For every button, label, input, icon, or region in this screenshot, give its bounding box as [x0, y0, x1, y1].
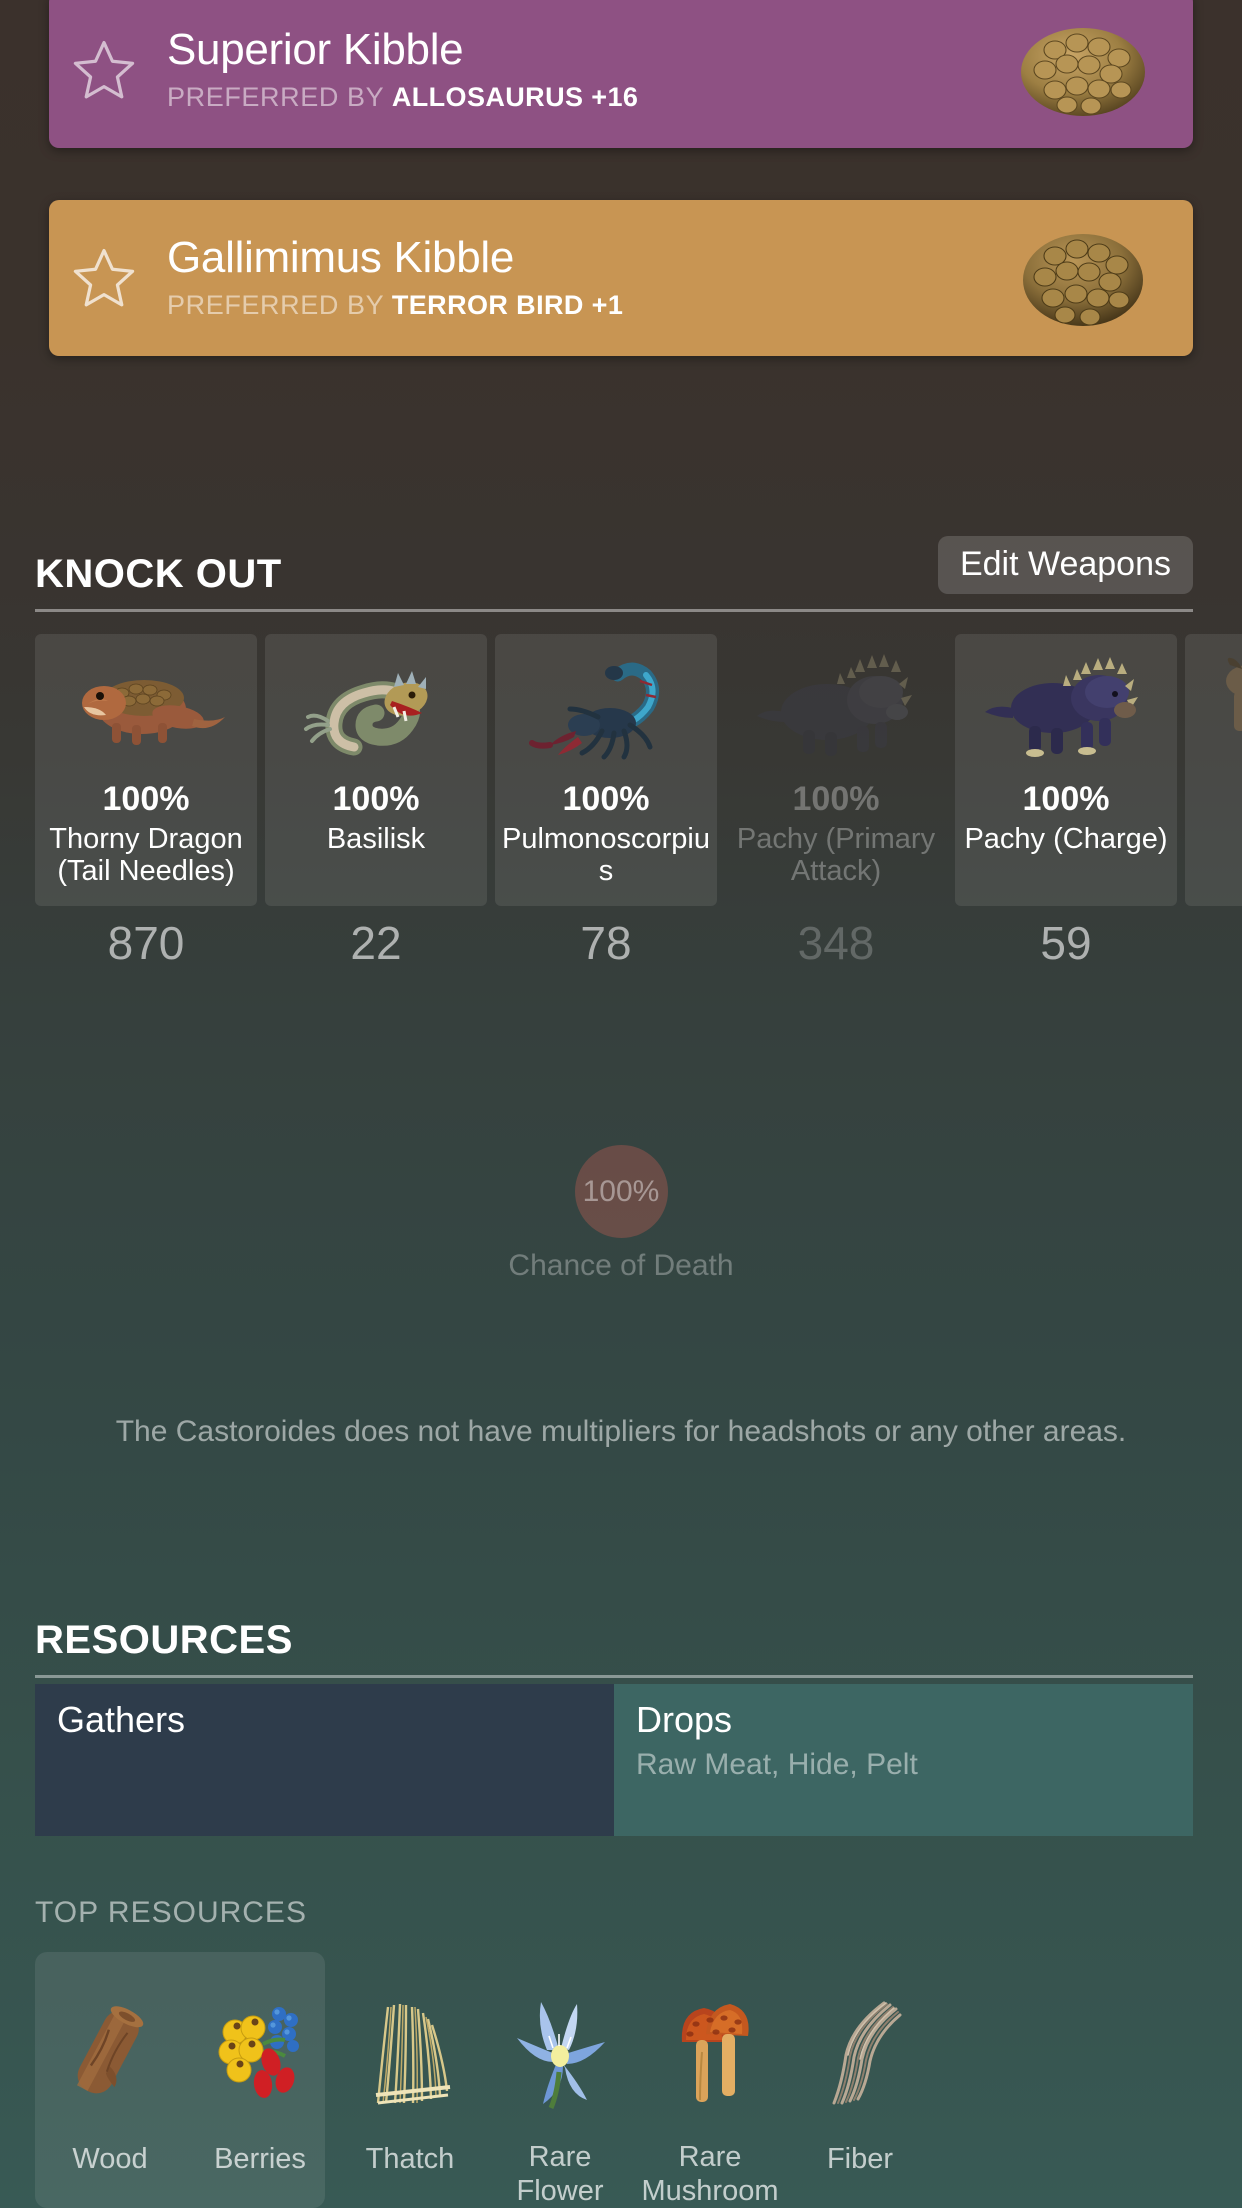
kibble-list: Superior Kibble PREFERRED BY ALLOSAURUS …: [49, 0, 1193, 356]
tab-gathers[interactable]: Gathers: [35, 1684, 614, 1836]
kibble-icon: [973, 10, 1193, 130]
page-section-title-knockout: KNOCK OUT: [35, 552, 282, 596]
weapon-count: 348: [797, 920, 875, 969]
resources-tabs[interactable]: Gathers Drops Raw Meat, Hide, Pelt: [35, 1684, 1193, 1836]
preferred-prefix: PREFERRED BY: [167, 290, 384, 321]
weapon-count: [1185, 920, 1242, 990]
top-resource-label: Thatch: [365, 2143, 455, 2175]
weapon-label: Thorny Dragon (Tail Needles): [49, 823, 243, 888]
weapon-count: 78: [580, 920, 632, 969]
top-resource-label: Rare Flower: [516, 2140, 604, 2207]
weapon-count: 22: [350, 920, 402, 969]
chance-of-death-label: Chance of Death: [508, 1249, 734, 1282]
knockout-note: The Castoroides does not have multiplier…: [115, 1415, 1127, 1448]
kibble-card-superior[interactable]: Superior Kibble PREFERRED BY ALLOSAURUS …: [49, 0, 1193, 148]
rare-mushroom-icon: [651, 1988, 769, 2116]
thatch-icon: [351, 1988, 469, 2118]
kibble-text: Superior Kibble PREFERRED BY ALLOSAURUS …: [159, 24, 973, 113]
star-outline-icon[interactable]: [49, 35, 159, 105]
rare-flower-icon: [501, 1988, 619, 2116]
weapon-count-row: 870 22 78 348 59: [35, 920, 1242, 990]
tab-drops[interactable]: Drops Raw Meat, Hide, Pelt: [614, 1684, 1193, 1836]
chance-of-death-block: 100% Chance of Death: [0, 1145, 1242, 1284]
weapon-percent: 100%: [792, 780, 880, 818]
tab-gathers-title: Gathers: [57, 1699, 186, 1740]
top-resources-strip[interactable]: Wood Berries Thatch Rare Flower Rare Mus…: [35, 1952, 1242, 2208]
weapon-label: Basilisk: [326, 823, 426, 855]
weapon-card-basilisk[interactable]: 100% Basilisk: [265, 634, 487, 906]
top-resources-label: TOP RESOURCES: [35, 1896, 307, 1929]
top-resource-label: Rare Mushroom: [641, 2140, 779, 2207]
weapon-count: 870: [107, 920, 185, 969]
weapon-percent: 100%: [562, 780, 650, 818]
weapon-label: Equus: [1185, 823, 1242, 855]
tab-drops-items: Raw Meat, Hide, Pelt: [636, 1747, 918, 1781]
weapon-card-equus[interactable]: 100% Equus: [1185, 634, 1242, 906]
wood-log-icon: [51, 1988, 169, 2118]
fiber-icon: [801, 1988, 919, 2118]
section-divider: [35, 1675, 1193, 1678]
top-resource-label: Berries: [214, 2143, 306, 2175]
star-outline-icon[interactable]: [49, 243, 159, 313]
weapon-card-thorny-dragon[interactable]: 100% Thorny Dragon (Tail Needles): [35, 634, 257, 906]
knockout-section-header: KNOCK OUT Edit Weapons: [35, 532, 1193, 612]
pachy-icon: [751, 646, 921, 766]
top-resource-label: Wood: [72, 2143, 148, 2175]
berries-icon: [201, 1988, 319, 2118]
kibble-name: Gallimimus Kibble: [167, 232, 515, 282]
weapon-percent: 100%: [102, 780, 190, 818]
weapon-label: Pachy (Charge): [964, 823, 1168, 855]
top-resource-wood[interactable]: Wood: [35, 1952, 185, 2208]
thorny-dragon-icon: [61, 646, 231, 766]
weapon-label: Pachy (Primary Attack): [736, 823, 936, 888]
top-resource-rare-mushroom[interactable]: Rare Mushroom: [635, 1952, 785, 2208]
preferred-dino: TERROR BIRD +1: [391, 290, 624, 321]
preferred-dino: ALLOSAURUS +16: [391, 82, 639, 113]
preferred-prefix: PREFERRED BY: [167, 82, 384, 113]
equus-icon: [1211, 646, 1242, 766]
resources-section-header: RESOURCES: [35, 1598, 1193, 1678]
top-resource-label: Fiber: [826, 2143, 894, 2175]
kibble-icon: [973, 218, 1193, 338]
weapon-card-pulmonoscorpius[interactable]: 100% Pulmonoscorpius: [495, 634, 717, 906]
page-section-title-resources: RESOURCES: [35, 1618, 293, 1662]
knockout-weapon-list[interactable]: 100% Thorny Dragon (Tail Needles) 100% B…: [35, 634, 1242, 906]
weapon-card-pachy-primary[interactable]: 100% Pachy (Primary Attack): [725, 634, 947, 906]
top-resource-rare-flower[interactable]: Rare Flower: [485, 1952, 635, 2208]
weapon-label: Pulmonoscorpius: [502, 823, 710, 888]
kibble-preferred-row: PREFERRED BY TERROR BIRD +1: [167, 290, 973, 321]
top-resource-berries[interactable]: Berries: [185, 1952, 335, 2208]
chance-of-death-badge: 100%: [574, 1145, 668, 1238]
edit-weapons-button[interactable]: Edit Weapons: [937, 536, 1193, 594]
tab-drops-title: Drops: [636, 1699, 733, 1740]
kibble-card-gallimimus[interactable]: Gallimimus Kibble PREFERRED BY TERROR BI…: [49, 200, 1193, 356]
weapon-percent: 100%: [1022, 780, 1110, 818]
kibble-text: Gallimimus Kibble PREFERRED BY TERROR BI…: [159, 232, 973, 321]
kibble-preferred-row: PREFERRED BY ALLOSAURUS +16: [167, 82, 973, 113]
top-resource-thatch[interactable]: Thatch: [335, 1952, 485, 2208]
section-divider: [35, 609, 1193, 612]
top-resource-fiber[interactable]: Fiber: [785, 1952, 935, 2208]
weapon-percent: 100%: [332, 780, 420, 818]
basilisk-icon: [291, 646, 461, 766]
kibble-name: Superior Kibble: [167, 24, 464, 74]
pachy-charge-icon: [981, 646, 1151, 766]
pulmonoscorpius-icon: [521, 646, 691, 766]
weapon-count: 59: [1040, 920, 1092, 969]
weapon-card-pachy-charge[interactable]: 100% Pachy (Charge): [955, 634, 1177, 906]
